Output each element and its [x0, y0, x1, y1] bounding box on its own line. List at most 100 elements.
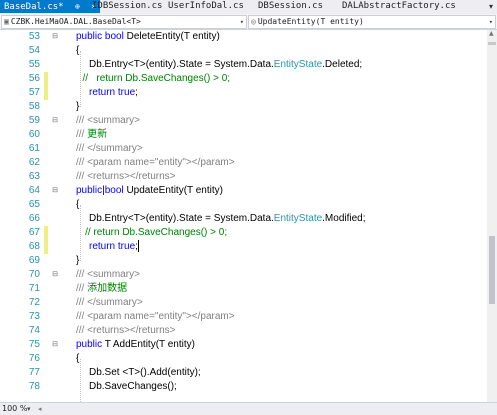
code-token: }	[76, 101, 80, 112]
zoom-dropdown-icon[interactable]: ▾	[27, 403, 31, 415]
code-editor[interactable]: 53 ⊟ public bool DeleteEntity(T entity) 54 {…	[0, 30, 487, 402]
change-marker	[44, 86, 48, 100]
code-text: /// <summary>	[76, 268, 140, 282]
code-line[interactable]: 58}	[0, 100, 487, 114]
code-line[interactable]: 69}	[0, 254, 487, 268]
line-number: 76	[28, 353, 40, 364]
tab-list-dropdown-icon[interactable]: ▾	[489, 0, 493, 14]
code-token: Db.Set <T>().Add(entity);	[89, 367, 201, 378]
code-token: ///	[76, 129, 88, 140]
code-text: {	[76, 44, 79, 58]
code-line[interactable]: 76 {	[0, 352, 487, 366]
method-icon: ◎	[251, 17, 256, 26]
line-number: 56	[28, 73, 40, 84]
tab-label: UserInfoDal.cs	[168, 1, 244, 11]
code-token: public	[76, 339, 105, 350]
code-line[interactable]: 74 /// <returns></returns>	[0, 324, 487, 338]
code-line[interactable]: 61 /// </summary>	[0, 142, 487, 156]
code-line[interactable]: 78 Db.SaveChanges();	[0, 380, 487, 394]
code-line[interactable]: 56 // return Db.SaveChanges() > 0;	[0, 72, 487, 86]
code-line[interactable]: 72 /// </summary>	[0, 296, 487, 310]
code-line[interactable]: 70 ⊟ /// <summary>	[0, 268, 487, 282]
tab-userinfodal[interactable]: UserInfoDal.cs	[168, 0, 244, 13]
code-token: // return Db.SaveChanges() > 0;	[82, 73, 231, 84]
code-line[interactable]: 65 {	[0, 198, 487, 212]
code-line[interactable]: 55 Db.Entry<T>(entity).State = System.Dat…	[0, 58, 487, 72]
tab-label: BaseDal.cs*	[4, 2, 64, 12]
text-caret	[137, 240, 139, 253]
code-text: /// <param name="entity"></param>	[76, 156, 235, 170]
code-line[interactable]: 73 /// <param name="entity"></param>	[0, 310, 487, 324]
line-number: 63	[28, 171, 40, 182]
code-token: public	[76, 31, 105, 42]
code-token: T AddEntity(T entity)	[104, 339, 195, 350]
code-text: /// <summary>	[76, 114, 140, 128]
code-line[interactable]: 54 {	[0, 44, 487, 58]
code-token: /// <returns></returns>	[76, 171, 176, 182]
vertical-scrollbar[interactable]: ▲	[487, 30, 497, 402]
code-token: 更新	[87, 129, 108, 140]
line-number: 72	[28, 297, 40, 308]
collapse-icon[interactable]: ⊟	[51, 117, 59, 125]
code-line[interactable]: 75 ⊟ public T AddEntity(T entity)	[0, 338, 487, 352]
code-text: Db.Entry<T>(entity).State = System.Data.…	[89, 212, 366, 226]
line-number: 59	[28, 115, 40, 126]
collapse-icon[interactable]: ⊟	[51, 271, 59, 279]
code-text: /// 更新	[76, 128, 107, 142]
line-number: 75	[28, 339, 40, 350]
code-token: .Modified;	[322, 213, 366, 224]
line-number: 54	[28, 45, 40, 56]
code-token: {	[76, 199, 80, 210]
code-token: bool	[104, 185, 127, 196]
member-dropdown[interactable]: ◎ UpdateEntity(T entity) ▾	[248, 15, 496, 29]
type-dropdown[interactable]: ▣ CZBK.HeiMaOA.DAL.BaseDal<T> ▾	[1, 15, 247, 29]
code-line[interactable]: 67 // return Db.SaveChanges() > 0;	[0, 226, 487, 240]
code-token: public	[76, 185, 103, 196]
code-text: /// </summary>	[76, 142, 143, 156]
collapse-icon[interactable]: ⊟	[51, 187, 59, 195]
class-icon: ▣	[4, 17, 9, 26]
code-line[interactable]: 59 ⊟ /// <summary>	[0, 114, 487, 128]
code-line[interactable]: 68 return true;	[0, 240, 487, 254]
code-token: Db.Entry<T>(entity).State = System.Data.	[89, 213, 274, 224]
line-number: 58	[28, 101, 40, 112]
code-text: Db.Set <T>().Add(entity);	[89, 366, 201, 380]
code-line[interactable]: 62 /// <param name="entity"></param>	[0, 156, 487, 170]
line-number: 68	[28, 241, 40, 252]
code-token: {	[76, 353, 80, 364]
code-text: /// <returns></returns>	[76, 324, 176, 338]
change-marker	[44, 240, 48, 254]
line-number: 69	[28, 255, 40, 266]
code-line[interactable]: 66 Db.Entry<T>(entity).State = System.Dat…	[0, 212, 487, 226]
code-line[interactable]: 60 /// 更新	[0, 128, 487, 142]
scroll-left-icon[interactable]: ◂	[38, 403, 42, 415]
collapse-icon[interactable]: ⊟	[51, 341, 59, 349]
collapse-icon[interactable]: ⊟	[51, 33, 59, 41]
code-line[interactable]: 71 /// 添加数据	[0, 282, 487, 296]
tab-dalabstractfactory[interactable]: DALAbstractFactory.cs	[342, 0, 456, 13]
code-line[interactable]: 63 /// <returns></returns>	[0, 170, 487, 184]
tab-idbsession[interactable]: IDBSession.cs	[92, 0, 162, 13]
line-number: 61	[28, 143, 40, 154]
tab-label: DALAbstractFactory.cs	[342, 1, 456, 11]
chevron-down-icon: ▾	[488, 18, 493, 26]
tab-dbsession[interactable]: DBSession.cs	[258, 0, 323, 13]
code-line[interactable]: 53 ⊟ public bool DeleteEntity(T entity)	[0, 30, 487, 44]
code-line[interactable]: 64 ⊟ public|bool UpdateEntity(T entity)	[0, 184, 487, 198]
code-line[interactable]: 77 Db.Set <T>().Add(entity);	[0, 366, 487, 380]
code-token: ;	[135, 87, 138, 98]
split-handle[interactable]	[488, 42, 496, 45]
code-line[interactable]: 57 return true;	[0, 86, 487, 100]
code-token: /// <param name="entity"></param>	[76, 157, 235, 168]
code-token: return	[89, 241, 118, 252]
scroll-up-icon[interactable]: ▲	[489, 30, 494, 37]
zoom-level[interactable]: 100 %	[2, 403, 27, 415]
tab-basedal[interactable]: BaseDal.cs* ⊕ ×	[0, 0, 101, 13]
scroll-thumb[interactable]	[489, 236, 495, 304]
code-text: public|bool UpdateEntity(T entity)	[76, 184, 223, 198]
line-number: 78	[28, 381, 40, 392]
document-tab-strip: BaseDal.cs* ⊕ × IDBSession.cs UserInfoDa…	[0, 0, 497, 15]
pin-icon[interactable]: ⊕	[75, 2, 80, 11]
code-token: /// <summary>	[76, 115, 140, 126]
code-token: EntityState	[273, 213, 323, 224]
